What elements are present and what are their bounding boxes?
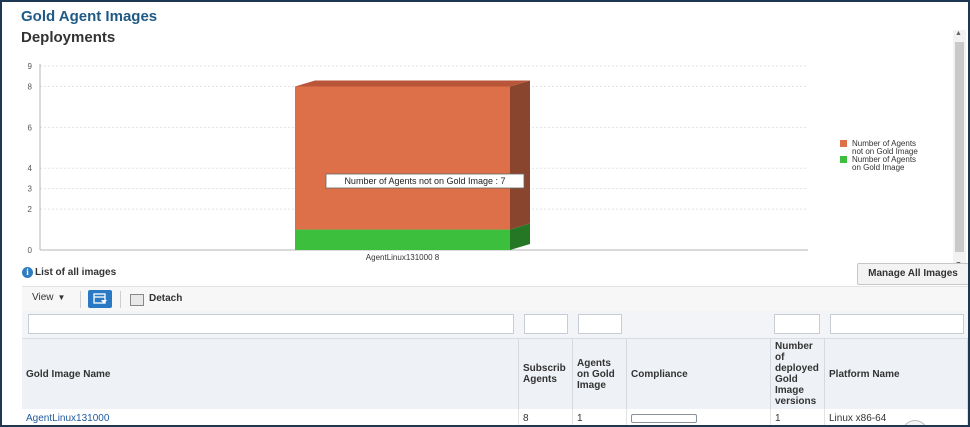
- images-table: Gold Image Name Subscrib Agents Agents on …: [22, 311, 968, 425]
- bar-segment: [295, 229, 510, 250]
- column-header-label: Platform Name: [829, 368, 900, 380]
- view-menu[interactable]: View ▼: [32, 292, 65, 303]
- filter-platform-name[interactable]: [830, 314, 964, 334]
- column-header-label: Agents on Gold Image: [577, 357, 615, 391]
- detach-icon[interactable]: [130, 294, 144, 306]
- y-tick-label: 0: [28, 246, 33, 255]
- column-header-label: Gold Image Name: [26, 368, 111, 380]
- chart-tooltip-text: Number of Agents not on Gold Image : 7: [344, 176, 505, 186]
- list-label: i List of all images: [22, 267, 116, 278]
- subscribed-agents-cell: 8: [519, 409, 573, 425]
- chart-scrollbar[interactable]: ▲ ▼: [953, 30, 966, 268]
- filter-agents-on-gold-image[interactable]: [578, 314, 622, 334]
- filter-subscribed-agents[interactable]: [524, 314, 568, 334]
- column-header-label: Number of deployed Gold Image versions: [775, 341, 819, 407]
- y-tick-label: 3: [28, 185, 33, 194]
- legend-swatch: [840, 156, 847, 163]
- deployed-versions-cell: 1: [771, 409, 825, 425]
- info-icon: i: [22, 267, 33, 278]
- scroll-thumb[interactable]: [955, 42, 964, 252]
- manage-all-images-button[interactable]: Manage All Images: [857, 263, 968, 285]
- section-title: Deployments: [21, 29, 116, 46]
- list-label-text: List of all images: [35, 267, 117, 278]
- table-toolbar: View ▼ Detach: [22, 286, 968, 313]
- scroll-up-icon[interactable]: ▲: [955, 30, 962, 37]
- bar-segment-side: [510, 80, 530, 230]
- y-tick-label: 2: [28, 205, 33, 214]
- filter-gold-image-name[interactable]: [28, 314, 514, 334]
- table-header: Gold Image Name Subscrib Agents Agents on …: [22, 339, 968, 410]
- filter-deployed-versions[interactable]: [774, 314, 820, 334]
- detach-button[interactable]: Detach: [149, 293, 182, 304]
- compliance-bar: [631, 413, 697, 423]
- column-header-agents-on-gold-image[interactable]: Agents on Gold Image: [573, 339, 627, 409]
- freeze-button[interactable]: [88, 290, 112, 308]
- deployments-chart: 0 2 3 4 6 8 9 AgentLinux131000 8 Number of Agent…: [28, 62, 919, 262]
- column-header-label: Compliance: [631, 368, 688, 380]
- main-window: Gold Agent Images Deployments 0 2 3 4 6 8 9 Age…: [0, 0, 970, 427]
- y-tick-label: 9: [28, 62, 33, 71]
- page-title: Gold Agent Images: [21, 8, 158, 25]
- y-tick-label: 8: [28, 82, 33, 91]
- gold-image-name-link[interactable]: AgentLinux131000: [22, 409, 519, 425]
- legend-swatch: [840, 140, 847, 147]
- column-header-subscribed-agents[interactable]: Subscrib Agents: [519, 339, 573, 409]
- column-header-platform-name[interactable]: Platform Name: [825, 339, 968, 409]
- bar-segment: [295, 86, 510, 230]
- column-header-label: Subscrib Agents: [523, 363, 566, 385]
- bar-segment-top: [295, 80, 530, 87]
- y-tick-label: 4: [28, 164, 33, 173]
- column-header-compliance[interactable]: Compliance: [627, 339, 771, 409]
- view-menu-label: View: [32, 292, 54, 303]
- column-header-gold-image-name[interactable]: Gold Image Name: [22, 339, 519, 409]
- filter-row: [22, 311, 968, 339]
- toolbar-separator: [120, 291, 121, 308]
- freeze-icon: [93, 293, 107, 304]
- compliance-cell: [627, 409, 771, 425]
- platform-name-cell: Linux x86-64: [825, 409, 968, 425]
- column-header-deployed-versions[interactable]: Number of deployed Gold Image versions: [771, 339, 825, 409]
- y-tick-label: 6: [28, 123, 33, 132]
- table-row[interactable]: AgentLinux131000 8 1 1 Linux x86-64: [22, 409, 968, 425]
- x-tick-label: AgentLinux131000 8: [366, 253, 440, 262]
- agents-on-gold-cell: 1: [573, 409, 627, 425]
- legend-label: on Gold Image: [852, 163, 905, 172]
- chevron-down-icon: ▼: [57, 293, 66, 302]
- toolbar-separator: [80, 291, 81, 308]
